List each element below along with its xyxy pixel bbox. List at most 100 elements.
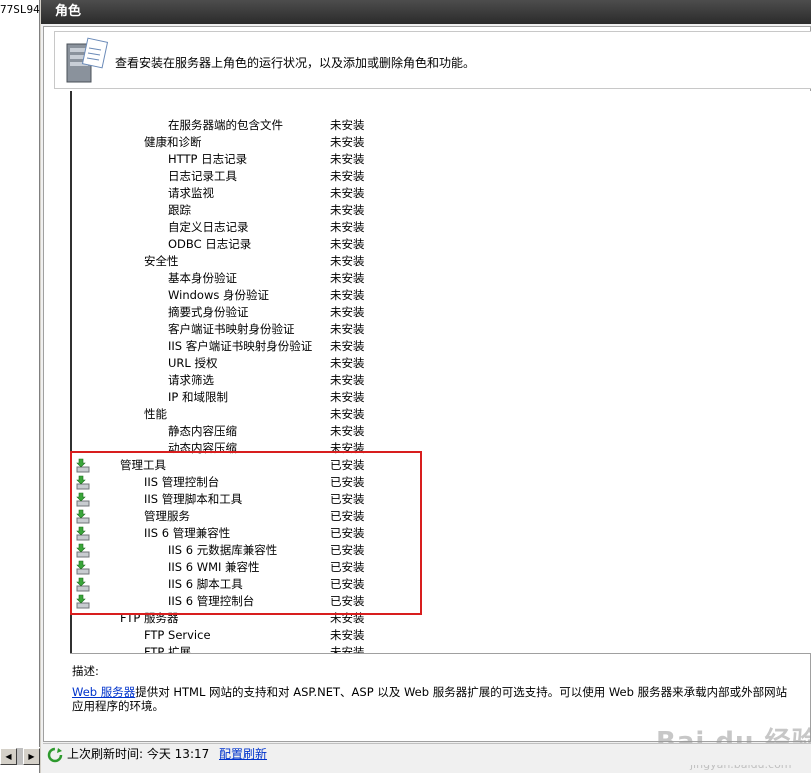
role-services-list: 在服务器端的包含文件 未安装 健康和诊断 未安装 HTTP 日志记录 未安装 日志记录工具未… bbox=[70, 91, 811, 653]
role-service-status: 未安装 bbox=[330, 322, 365, 336]
role-service-row[interactable]: 自定义日志记录 未安装 bbox=[72, 219, 811, 236]
role-service-row[interactable]: HTTP 日志记录 未安装 bbox=[72, 151, 811, 168]
role-service-status: 未安装 bbox=[330, 407, 365, 421]
role-service-status: 未安装 bbox=[330, 390, 365, 404]
role-service-name: IIS 管理脚本和工具 bbox=[144, 492, 243, 506]
mmc-window: 77SL94 ◀ ▶ 角色 查看安装在服务器上角色的运行状况，以及添加或删除角色… bbox=[0, 0, 811, 773]
role-service-name: 管理服务 bbox=[144, 509, 190, 523]
role-service-row[interactable]: 管理服务 已安装 bbox=[72, 508, 811, 525]
role-service-status: 已安装 bbox=[330, 543, 365, 557]
role-service-row[interactable]: 性能 未安装 bbox=[72, 406, 811, 423]
role-service-status: 未安装 bbox=[330, 611, 365, 625]
role-service-status: 未安装 bbox=[330, 220, 365, 234]
role-service-row[interactable]: FTP 服务器 未安装 bbox=[72, 610, 811, 627]
installed-icon bbox=[76, 492, 90, 507]
roles-content: 查看安装在服务器上角色的运行状况，以及添加或删除角色和功能。 在服务器端的包含文… bbox=[43, 26, 811, 771]
role-service-name: FTP 服务器 bbox=[120, 611, 179, 625]
role-service-status: 未安装 bbox=[330, 424, 365, 438]
list-divider bbox=[70, 653, 811, 654]
installed-icon bbox=[76, 509, 90, 524]
role-service-name: 健康和诊断 bbox=[144, 135, 202, 149]
role-service-status: 未安装 bbox=[330, 645, 365, 653]
role-service-status: 未安装 bbox=[330, 203, 365, 217]
role-service-status: 未安装 bbox=[330, 628, 365, 642]
role-service-name: IIS 6 管理控制台 bbox=[168, 594, 255, 608]
web-server-link[interactable]: Web 服务器 bbox=[72, 685, 135, 699]
description-line-1: 提供对 HTML 网站的支持和对 ASP.NET、ASP 以及 Web 服务器扩… bbox=[135, 685, 788, 699]
description-label: 描述: bbox=[72, 664, 99, 678]
role-service-row[interactable]: 静态内容压缩 未安装 bbox=[72, 423, 811, 440]
role-service-status: 未安装 bbox=[330, 288, 365, 302]
role-service-status: 未安装 bbox=[330, 305, 365, 319]
role-service-row[interactable]: IIS 6 管理控制台 已安装 bbox=[72, 593, 811, 610]
role-service-row[interactable]: URL 授权 未安装 bbox=[72, 355, 811, 372]
role-service-name: IIS 6 管理兼容性 bbox=[144, 526, 231, 540]
role-service-name: IIS 6 WMI 兼容性 bbox=[168, 560, 260, 574]
role-service-name: IP 和域限制 bbox=[168, 390, 228, 404]
role-service-row[interactable]: IIS 管理脚本和工具 已安装 bbox=[72, 491, 811, 508]
details-pane: 角色 查看安装在服务器上角色的运行状况，以及添加或删除角色和功能。 在服务器端的… bbox=[41, 0, 811, 773]
role-service-row[interactable]: IIS 管理控制台 已安装 bbox=[72, 474, 811, 491]
role-service-row[interactable]: 客户端证书映射身份验证 未安装 bbox=[72, 321, 811, 338]
role-service-status: 已安装 bbox=[330, 492, 365, 506]
role-service-name: FTP Service bbox=[144, 628, 211, 642]
role-service-name: Windows 身份验证 bbox=[168, 288, 269, 302]
role-service-row[interactable]: IIS 6 管理兼容性 已安装 bbox=[72, 525, 811, 542]
last-refresh-text: 上次刷新时间: 今天 13:17 bbox=[67, 747, 210, 761]
role-service-row[interactable]: 基本身份验证 未安装 bbox=[72, 270, 811, 287]
role-service-name: IIS 管理控制台 bbox=[144, 475, 220, 489]
role-service-status: 已安装 bbox=[330, 594, 365, 608]
role-service-name: IIS 6 脚本工具 bbox=[168, 577, 243, 591]
role-service-name: 请求筛选 bbox=[168, 373, 214, 387]
role-service-row[interactable]: IIS 6 元数据库兼容性 已安装 bbox=[72, 542, 811, 559]
role-service-row[interactable]: 跟踪 未安装 bbox=[72, 202, 811, 219]
role-service-row[interactable]: 日志记录工具 未安装 bbox=[72, 168, 811, 185]
role-service-name: 基本身份验证 bbox=[168, 271, 237, 285]
scroll-left-button[interactable]: ◀ bbox=[0, 748, 17, 765]
roles-header-text: 查看安装在服务器上角色的运行状况，以及添加或删除角色和功能。 bbox=[115, 56, 476, 70]
installed-icon bbox=[76, 560, 90, 575]
role-service-name: 动态内容压缩 bbox=[168, 441, 237, 455]
role-service-row[interactable]: 请求筛选 未安装 bbox=[72, 372, 811, 389]
role-service-name: 跟踪 bbox=[168, 203, 191, 217]
role-service-status: 未安装 bbox=[330, 169, 365, 183]
role-service-row[interactable]: ODBC 日志记录 未安装 bbox=[72, 236, 811, 253]
role-service-status: 未安装 bbox=[330, 356, 365, 370]
installed-icon bbox=[76, 594, 90, 609]
role-service-row[interactable]: 在服务器端的包含文件 未安装 bbox=[72, 117, 811, 134]
role-service-status: 未安装 bbox=[330, 254, 365, 268]
role-service-name: 日志记录工具 bbox=[168, 169, 237, 183]
role-service-status: 已安装 bbox=[330, 475, 365, 489]
role-service-name: 摘要式身份验证 bbox=[168, 305, 249, 319]
role-service-row[interactable]: 请求监视 未安装 bbox=[72, 185, 811, 202]
role-service-name: FTP 扩展 bbox=[144, 645, 192, 653]
role-service-row[interactable]: FTP 扩展 未安装 bbox=[72, 644, 811, 653]
installed-icon bbox=[76, 577, 90, 592]
tree-horizontal-scrollbar[interactable]: ◀ ▶ bbox=[0, 747, 40, 765]
role-service-status: 已安装 bbox=[330, 458, 365, 472]
installed-icon bbox=[76, 543, 90, 558]
role-service-name: 安全性 bbox=[144, 254, 179, 268]
scroll-right-button[interactable]: ▶ bbox=[23, 748, 40, 765]
role-service-name: 管理工具 bbox=[120, 458, 166, 472]
role-service-row[interactable]: FTP Service 未安装 bbox=[72, 627, 811, 644]
role-service-status: 未安装 bbox=[330, 118, 365, 132]
role-service-name: ODBC 日志记录 bbox=[168, 237, 252, 251]
role-service-row[interactable]: 摘要式身份验证 未安装 bbox=[72, 304, 811, 321]
role-service-status: 未安装 bbox=[330, 152, 365, 166]
role-service-row[interactable]: IIS 6 脚本工具 已安装 bbox=[72, 576, 811, 593]
role-service-row[interactable]: 管理工具 已安装 bbox=[72, 457, 811, 474]
role-service-row[interactable]: IP 和域限制 未安装 bbox=[72, 389, 811, 406]
role-service-name: 客户端证书映射身份验证 bbox=[168, 322, 295, 336]
role-service-row[interactable]: 健康和诊断 未安装 bbox=[72, 134, 811, 151]
configure-refresh-link[interactable]: 配置刷新 bbox=[219, 744, 267, 764]
role-service-row[interactable]: IIS 客户端证书映射身份验证 未安装 bbox=[72, 338, 811, 355]
role-service-status: 已安装 bbox=[330, 509, 365, 523]
role-service-row[interactable]: Windows 身份验证 未安装 bbox=[72, 287, 811, 304]
role-service-name: 请求监视 bbox=[168, 186, 214, 200]
role-service-status: 未安装 bbox=[330, 441, 365, 455]
role-service-row[interactable]: 动态内容压缩 未安装 bbox=[72, 440, 811, 457]
tree-node-server[interactable]: 77SL94 bbox=[0, 3, 40, 16]
role-service-row[interactable]: 安全性 未安装 bbox=[72, 253, 811, 270]
role-service-row[interactable]: IIS 6 WMI 兼容性 已安装 bbox=[72, 559, 811, 576]
